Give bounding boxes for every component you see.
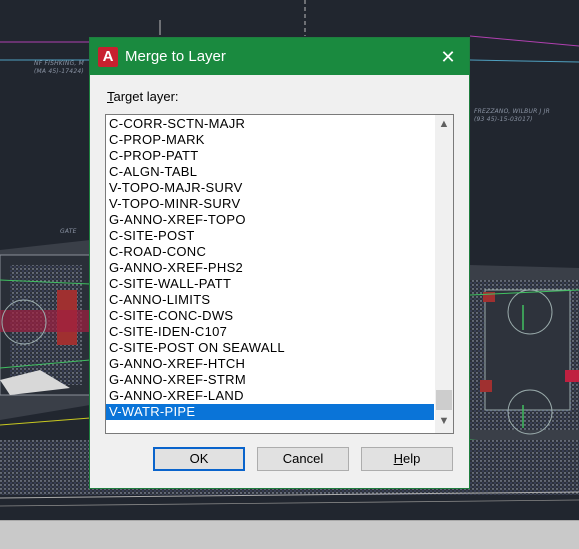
- layer-list-item[interactable]: C-SITE-IDEN-C107: [106, 324, 434, 340]
- help-button[interactable]: Help: [361, 447, 453, 471]
- layer-list-item[interactable]: G-ANNO-XREF-STRM: [106, 372, 434, 388]
- cad-text-label: NF FISHKING, M: [34, 60, 85, 67]
- ok-button-label: OK: [189, 451, 209, 466]
- layer-list-item[interactable]: C-SITE-POST: [106, 228, 434, 244]
- layer-list-item[interactable]: C-SITE-POST ON SEAWALL: [106, 340, 434, 356]
- layer-list-item[interactable]: G-ANNO-XREF-PHS2: [106, 260, 434, 276]
- close-button[interactable]: ✕: [433, 43, 463, 71]
- layer-list-item[interactable]: G-ANNO-XREF-TOPO: [106, 212, 434, 228]
- layer-list-item[interactable]: C-PROP-PATT: [106, 148, 434, 164]
- merge-to-layer-dialog: A Merge to Layer ✕ Target layer: C-CORR-…: [89, 37, 470, 489]
- layer-list-item[interactable]: G-ANNO-XREF-LAND: [106, 388, 434, 404]
- layer-list-item[interactable]: C-SITE-WALL-PATT: [106, 276, 434, 292]
- layer-list-item[interactable]: C-ALGN-TABL: [106, 164, 434, 180]
- scroll-thumb[interactable]: [436, 390, 452, 410]
- cancel-button[interactable]: Cancel: [257, 447, 349, 471]
- layer-listbox[interactable]: C-CORR-SCTN-MAJR C-PROP-MARK C-PROP-PATT C-…: [105, 114, 454, 434]
- cad-text-label: GATE: [60, 228, 77, 235]
- ok-button[interactable]: OK: [153, 447, 245, 471]
- vertical-scrollbar[interactable]: ▲ ▼: [435, 115, 453, 433]
- close-icon: ✕: [440, 47, 456, 67]
- layer-list-item[interactable]: V-TOPO-MAJR-SURV: [106, 180, 434, 196]
- layer-list: C-CORR-SCTN-MAJR C-PROP-MARK C-PROP-PATT C-…: [106, 116, 434, 420]
- layer-list-item[interactable]: C-PROP-MARK: [106, 132, 434, 148]
- target-label-text: arget layer:: [113, 89, 179, 104]
- layer-list-item[interactable]: C-ANNO-LIMITS: [106, 292, 434, 308]
- autocad-app-icon: A: [98, 47, 118, 67]
- cad-text-label: (93 45)-15-03017): [474, 116, 533, 123]
- status-bar: [0, 520, 579, 549]
- scroll-down-arrow-icon[interactable]: ▼: [435, 413, 453, 430]
- dialog-titlebar[interactable]: A Merge to Layer ✕: [90, 38, 469, 75]
- layer-list-item[interactable]: C-CORR-SCTN-MAJR: [106, 116, 434, 132]
- cancel-button-label: Cancel: [282, 451, 324, 466]
- help-button-label: elp: [403, 451, 421, 466]
- layer-list-item[interactable]: V-TOPO-MINR-SURV: [106, 196, 434, 212]
- help-accelerator: H: [393, 451, 404, 466]
- layer-list-item[interactable]: C-SITE-CONC-DWS: [106, 308, 434, 324]
- layer-list-item[interactable]: C-ROAD-CONC: [106, 244, 434, 260]
- cad-text-label: (MA 45)-17424): [34, 68, 84, 75]
- layer-list-item[interactable]: V-WATR-PIPE: [106, 404, 434, 420]
- scroll-up-arrow-icon[interactable]: ▲: [435, 116, 453, 133]
- cad-text-label: FREZZANO, WILBUR J JR: [474, 108, 550, 115]
- layer-list-item[interactable]: G-ANNO-XREF-HTCH: [106, 356, 434, 372]
- dialog-title: Merge to Layer: [125, 48, 226, 65]
- target-layer-label: Target layer:: [107, 89, 179, 104]
